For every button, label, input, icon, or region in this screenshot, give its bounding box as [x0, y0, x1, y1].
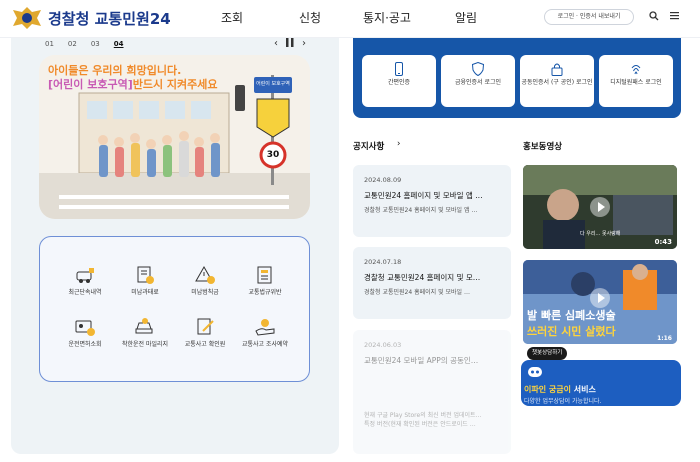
notice-summary-2: 특정 버전(현재 확인된 버전은 안드로이드 … — [364, 421, 476, 428]
video-thumbnail-1[interactable]: 다 우리… 못사랑해 0:43 — [523, 165, 677, 249]
service-label: 교통사고 확인원 — [184, 341, 226, 348]
report-icon — [257, 266, 272, 284]
nav-apply[interactable]: 신청 — [299, 9, 321, 26]
zone-sign-text: 어린이 보호구역 — [256, 81, 290, 87]
camera-car-icon — [76, 268, 94, 283]
login-button[interactable]: 로그인 · 인증서 내보내기 — [544, 9, 634, 25]
chatbot-banner[interactable]: 이파인 궁금이 서비스 다양한 업무상담이 가능합니다. — [521, 360, 681, 406]
service-recent-enforcement[interactable]: 최근단속내역 — [55, 265, 115, 297]
chatbot-title: 이파인 궁금이 서비스 — [524, 384, 596, 395]
auth-joint-cert[interactable]: 공동인증서 (구 공인) 로그인 — [520, 55, 594, 107]
document-pen-icon — [197, 318, 214, 335]
notice-title: 교통민원24 홈페이지 및 모바일 앱 … — [364, 191, 483, 200]
slide-page-4[interactable]: 04 — [114, 40, 124, 48]
video-caption: 다 우리… 못사랑해 — [580, 231, 621, 237]
notice-card-1[interactable]: 2024.08.09 교통민원24 홈페이지 및 모바일 앱 … 경찰청 교통민… — [353, 165, 511, 237]
site-header: 경찰청 교통민원24 조회 신청 통지·공고 알림 로그인 · 인증서 내보내기 — [0, 0, 700, 38]
site-title: 경찰청 교통민원24 — [48, 9, 171, 28]
chatbot-title-highlight: 이파인 궁금이 — [524, 385, 571, 394]
slide-prev-icon[interactable]: ‹ — [274, 38, 278, 49]
video-caption-line1: 발 빠른 심폐소생술 — [527, 309, 616, 322]
warning-coin-icon — [195, 265, 215, 284]
auth-simple[interactable]: 간편인증 — [362, 55, 436, 107]
notice-summary: 현재 구글 Play Store의 최신 버전 업데이트… — [364, 412, 482, 419]
auth-label: 공동인증서 (구 공인) 로그인 — [521, 79, 593, 86]
service-label: 착한운전 마일리지 — [121, 341, 169, 348]
fingerprint-icon — [631, 65, 641, 75]
play-icon[interactable] — [590, 288, 610, 308]
notice-card-2[interactable]: 2024.07.18 경찰청 교통민원24 홈페이지 및 모… 경찰청 교통민원… — [353, 247, 511, 319]
auth-label: 금융인증서 로그인 — [454, 79, 502, 86]
service-unpaid-fine[interactable]: 미납과태료 — [115, 265, 175, 297]
service-traffic-violation[interactable]: 교통법규위반 — [235, 265, 295, 297]
service-label: 미납과태료 — [131, 289, 159, 296]
nav-notice-announcement[interactable]: 통지·공고 — [363, 9, 411, 26]
banner-highlight: [어린이 보호구역] — [48, 78, 133, 91]
notice-date: 2024.07.18 — [364, 258, 402, 266]
notice-title: 교통민원24 모바일 APP의 공동인… — [364, 356, 479, 365]
service-label: 교통법규위반 — [248, 289, 282, 296]
lock-icon — [551, 63, 563, 76]
car-coin-icon — [135, 318, 153, 334]
chatbot-subtitle: 다양한 업무상담이 가능합니다. — [524, 398, 602, 405]
service-label: 최근단속내역 — [68, 289, 102, 296]
notice-card-3[interactable]: 2024.06.03 교통민원24 모바일 APP의 공동인… 현재 구글 Pl… — [353, 330, 511, 454]
notice-summary: 경찰청 교통민원24 홈페이지 및 모바일 … — [364, 289, 470, 296]
search-icon[interactable] — [649, 11, 659, 24]
service-accident-reservation[interactable]: 교통사고 조사예약 — [235, 317, 295, 349]
video-thumbnail-2[interactable]: 발 빠른 심폐소생술 쓰러진 시민 살렸다 1:16 — [523, 260, 677, 344]
shield-icon — [471, 62, 485, 76]
service-license-lookup[interactable]: 운전면허소회 — [55, 317, 115, 349]
site-logo[interactable]: 경찰청 교통민원24 — [10, 6, 171, 30]
slide-pause-icon[interactable] — [286, 38, 294, 50]
slide-page-3[interactable]: 03 — [91, 40, 100, 48]
nav-lookup[interactable]: 조회 — [221, 9, 243, 26]
quick-services-box: 최근단속내역 미납과태료 미납범칙금 교통법규위반 운전면허소회 착한운전 마일… — [39, 236, 310, 382]
service-label: 미납범칙금 — [191, 289, 219, 296]
video-duration: 0:43 — [654, 238, 672, 246]
banner-subline: [어린이 보호구역]반드시 지켜주세요 — [48, 76, 218, 92]
auth-label: 간편인증 — [387, 79, 411, 86]
menu-icon[interactable] — [670, 11, 679, 23]
chatbot-tooltip: 챗봇상담하기 — [527, 347, 568, 360]
chatbot-title-rest: 서비스 — [570, 385, 596, 394]
notice-title: 경찰청 교통민원24 홈페이지 및 모… — [364, 273, 481, 282]
phone-icon — [395, 62, 403, 76]
document-coin-icon — [137, 266, 154, 284]
slide-pager: 01 02 03 04 — [45, 40, 124, 48]
banner-subline-rest: 반드시 지켜주세요 — [132, 78, 218, 91]
hand-coin-icon — [255, 319, 275, 336]
service-good-driving-mileage[interactable]: 착한운전 마일리지 — [115, 317, 175, 349]
slide-page-1[interactable]: 01 — [45, 40, 54, 48]
notice-summary: 경찰청 교통민원24 홈페이지 및 모바일 앱 … — [364, 207, 478, 214]
video-section-title: 홍보동영상 — [523, 142, 563, 152]
auth-digital-onepass[interactable]: 디지털원패스 로그인 — [599, 55, 673, 107]
chatbot-icon — [528, 367, 542, 377]
service-unpaid-penalty[interactable]: 미납범칙금 — [175, 265, 235, 297]
chevron-right-icon[interactable]: › — [397, 139, 400, 149]
notice-date: 2024.06.03 — [364, 341, 402, 349]
service-label: 교통사고 조사예약 — [241, 341, 289, 348]
police-emblem-icon — [13, 7, 41, 29]
auth-financial-cert[interactable]: 금융인증서 로그인 — [441, 55, 515, 107]
slide-next-icon[interactable]: › — [302, 38, 306, 49]
speed-limit-value: 30 — [266, 150, 280, 160]
id-card-icon — [75, 320, 95, 336]
notice-date: 2024.08.09 — [364, 176, 402, 184]
child-protection-banner[interactable]: 아이들은 우리의 희망입니다. [어린이 보호구역]반드시 지켜주세요 어린이 … — [39, 55, 310, 219]
service-accident-confirmation[interactable]: 교통사고 확인원 — [175, 317, 235, 349]
service-label: 운전면허소회 — [68, 341, 102, 348]
slide-page-2[interactable]: 02 — [68, 40, 77, 48]
play-icon[interactable] — [590, 197, 610, 217]
notice-section-title[interactable]: 공지사항 — [353, 140, 384, 152]
nav-alerts[interactable]: 알림 — [455, 9, 477, 26]
video-caption-line2: 쓰러진 시민 살렸다 — [527, 325, 616, 338]
auth-label: 디지털원패스 로그인 — [610, 79, 662, 86]
video-duration: 1:16 — [657, 335, 672, 342]
